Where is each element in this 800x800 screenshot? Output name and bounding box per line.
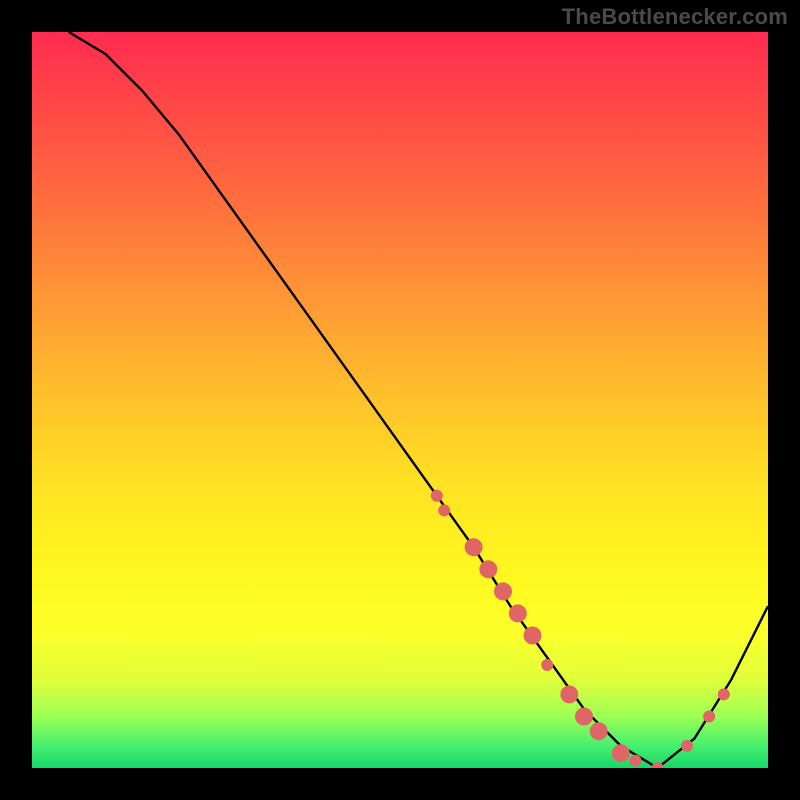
data-marker [479,560,497,578]
data-marker [652,762,664,768]
data-marker [465,538,483,556]
chart-frame: TheBottlenecker.com [0,0,800,800]
data-marker [590,722,608,740]
series-curve [69,32,768,768]
data-marker [509,604,527,622]
data-marker [541,659,553,671]
data-marker [681,740,693,752]
watermark-label: TheBottlenecker.com [562,4,788,30]
data-marker [438,504,450,516]
curve-line [69,32,768,768]
data-marker [431,490,443,502]
data-marker [703,711,715,723]
data-markers [431,490,730,768]
data-marker [524,627,542,645]
data-marker [560,685,578,703]
data-marker [718,688,730,700]
chart-svg [32,32,768,768]
data-marker [630,755,642,767]
data-marker [612,744,630,762]
data-marker [494,582,512,600]
data-marker [575,708,593,726]
